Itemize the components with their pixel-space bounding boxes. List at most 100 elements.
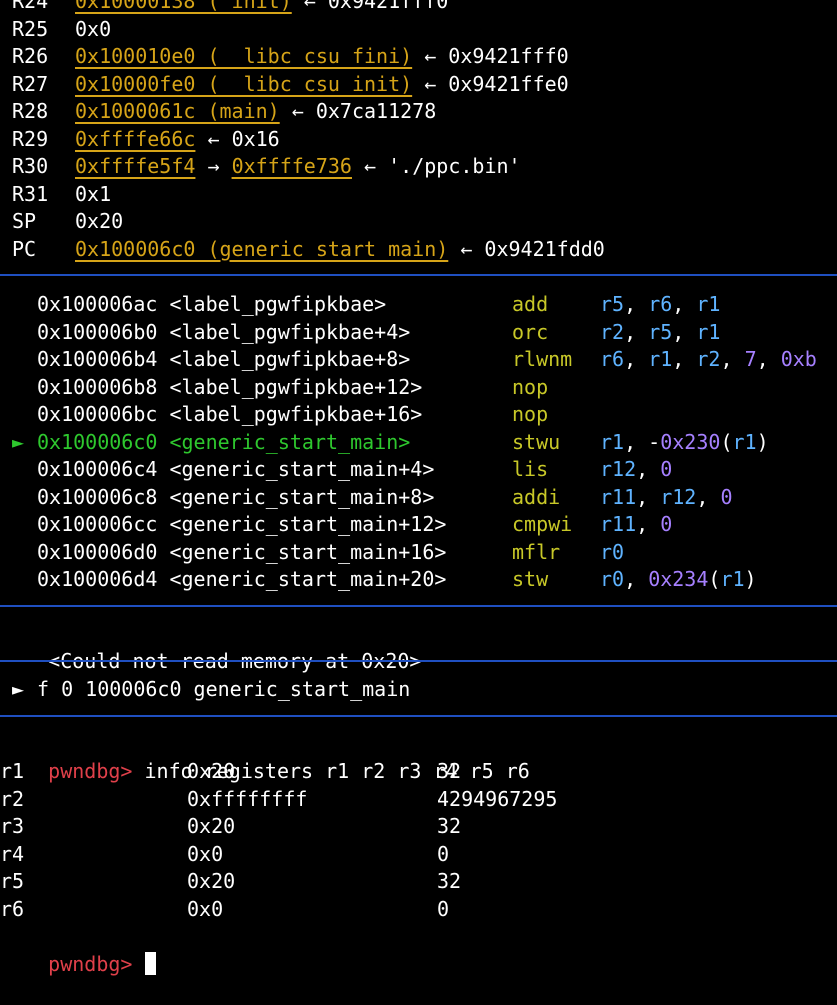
operand-punctuation: ,: [720, 347, 745, 371]
disasm-address-label: 0x100006c0 <generic_start_main>: [37, 429, 410, 456]
arrow-icon: ←: [424, 44, 437, 68]
operand-register: r1: [732, 429, 757, 454]
register-name: R31: [12, 181, 49, 206]
operand-punctuation: ,: [636, 512, 661, 536]
register-value: 0x10000fe0 (__libc_csu_init) ← 0x9421ffe…: [75, 71, 569, 98]
register-value-text: 0x1: [75, 181, 112, 206]
operand-immediate: 7: [744, 347, 757, 371]
operand-punctuation: ,: [624, 567, 649, 591]
register-value: 0x1: [75, 181, 111, 208]
disasm-address-label: 0x100006c8 <generic_start_main+8>: [37, 484, 434, 511]
operand-register: r12: [600, 457, 637, 481]
operand-immediate: 0: [660, 512, 673, 536]
disasm-address-label: 0x100006b0 <label_pgwfipkbae+4>: [37, 319, 410, 346]
operand-punctuation: ,: [756, 347, 781, 371]
register-value: 0xffffe66c ← 0x16: [75, 126, 280, 153]
current-instruction-marker: ►: [12, 429, 25, 454]
disasm-mnemonic: mflr: [512, 539, 561, 564]
disasm-address: 0x100006ac: [37, 292, 158, 316]
operand-punctuation: (: [720, 429, 733, 454]
operand-register: r6: [600, 347, 625, 371]
disasm-symbol: <generic_start_main+8>: [169, 484, 435, 509]
disasm-mnemonic: add: [512, 292, 549, 316]
disasm-operands: r11, r12, 0: [600, 484, 732, 511]
disasm-symbol: <generic_start_main+16>: [169, 539, 447, 564]
disasm-mnemonic: rlwnm: [512, 347, 573, 371]
operand-punctuation: ,: [672, 319, 697, 344]
register-value-text: 0xffffe66c: [75, 126, 196, 151]
console-input-line[interactable]: pwndbg>: [0, 924, 156, 976]
operand-immediate: 0: [660, 457, 673, 481]
info-register-hex: 0x20: [187, 759, 236, 783]
info-register-name: r6: [0, 896, 25, 921]
register-target: 0x9421ffe0: [448, 71, 569, 96]
register-target: 0x9421fdd0: [484, 236, 605, 261]
operand-immediate: 0: [720, 484, 733, 509]
separator-stack: [0, 605, 837, 607]
prompt-label: pwndbg>: [48, 759, 133, 783]
disasm-operands: r12, 0: [600, 456, 672, 483]
arrow-icon: ←: [364, 154, 377, 178]
register-value: 0x20: [75, 208, 123, 235]
disasm-operands: r11, 0: [600, 511, 672, 538]
info-register-name: r2: [0, 786, 25, 811]
register-target: 0x9421fff0: [448, 44, 569, 68]
separator-console: [0, 715, 837, 717]
register-name: R27: [12, 71, 49, 96]
info-register-name: r5: [0, 869, 25, 893]
disasm-address: 0x100006c8: [37, 484, 158, 509]
console-command-line: pwndbg> info registers r1 r2 r3 r4 r5 r6: [0, 731, 530, 783]
disasm-mnemonic: stwu: [512, 429, 561, 454]
register-value: 0xffffe5f4 → 0xffffe736 ← './ppc.bin': [75, 153, 521, 180]
register-value-text: 0x100006c0 (generic_start_main): [75, 236, 449, 261]
register-name: R26: [12, 44, 49, 68]
backtrace-marker: ►: [12, 677, 25, 701]
disasm-address: 0x100006b8: [37, 374, 158, 399]
info-register-dec: 0: [437, 841, 450, 866]
disasm-symbol: <generic_start_main+20>: [169, 567, 447, 591]
operand-immediate: 0x230: [660, 429, 721, 454]
register-name: R24: [12, 0, 49, 13]
disasm-mnemonic: addi: [512, 484, 561, 509]
disasm-address: 0x100006d4: [37, 567, 158, 591]
disasm-address-label: 0x100006d0 <generic_start_main+16>: [37, 539, 446, 566]
stack-panel: <Could not read memory at 0x20>: [0, 621, 421, 673]
register-target: 0x16: [231, 126, 280, 151]
disasm-operands: r0: [600, 539, 624, 566]
register-value-text: 0x10000138 (_init): [75, 0, 292, 13]
operand-punctuation: ,: [696, 484, 721, 509]
info-register-dec: 32: [437, 814, 462, 838]
disasm-mnemonic: nop: [512, 374, 549, 399]
disasm-address-label: 0x100006cc <generic_start_main+12>: [37, 511, 446, 538]
operand-register: r11: [600, 484, 637, 509]
info-register-dec: 0: [437, 896, 450, 921]
register-value: 0x100010e0 (__libc_csu_fini) ← 0x9421fff…: [75, 43, 569, 70]
info-register-hex: 0xffffffff: [187, 786, 308, 811]
operand-immediate: 0x234: [648, 567, 709, 591]
register-value-text: 0x10000fe0 (__libc_csu_init): [75, 71, 413, 96]
arrow-icon: ←: [424, 71, 437, 96]
register-value: 0x1000061c (main) ← 0x7ca11278: [75, 98, 436, 125]
disasm-symbol: <generic_start_main+4>: [169, 457, 435, 481]
operand-register: r1: [696, 292, 721, 316]
arrow-icon: ←: [291, 99, 304, 123]
register-target: 0x7ca11278: [315, 99, 437, 123]
disasm-address-label: 0x100006c4 <generic_start_main+4>: [37, 456, 434, 483]
operand-register: r11: [600, 512, 637, 536]
operand-punctuation: , -: [624, 429, 661, 454]
register-value: 0x0: [75, 16, 111, 43]
info-register-dec: 32: [437, 759, 462, 783]
operand-punctuation: ): [756, 429, 769, 454]
disasm-operands: r5, r6, r1: [600, 291, 720, 318]
register-name: R25: [12, 16, 49, 41]
operand-punctuation: ,: [624, 347, 649, 371]
arrow-icon: ←: [303, 0, 316, 13]
register-value-text: 0x1000061c (main): [75, 99, 280, 123]
disasm-address-label: 0x100006b8 <label_pgwfipkbae+12>: [37, 374, 422, 401]
operand-register: r5: [648, 319, 673, 344]
operand-register: r2: [600, 319, 625, 344]
register-name: PC: [12, 236, 37, 261]
operand-register: r0: [600, 539, 625, 564]
disasm-operands: r6, r1, r2, 7, 0xb: [600, 346, 817, 373]
info-register-name: r4: [0, 841, 25, 866]
